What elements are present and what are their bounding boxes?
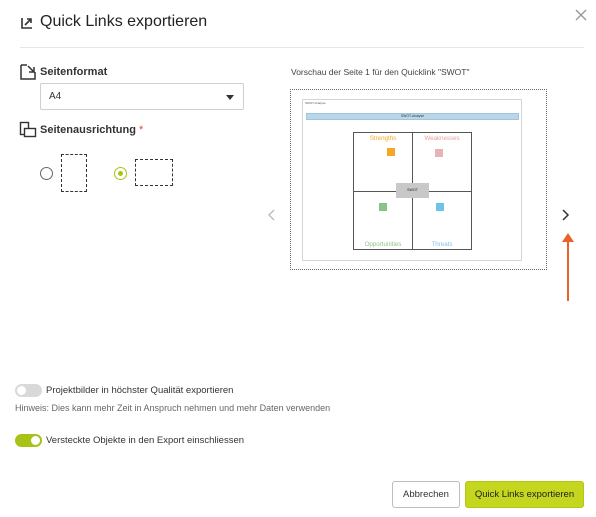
preview-bar-title: SWOT-Analyse (400, 114, 425, 118)
hidden-objects-toggle[interactable] (15, 434, 42, 447)
preview-title-bar: SWOT-Analyse (306, 113, 519, 120)
close-icon[interactable] (574, 8, 588, 22)
swot-weaknesses-label: Weaknesses (424, 135, 460, 142)
page-orientation-text: Seitenausrichtung (40, 124, 136, 136)
chevron-down-icon (226, 95, 234, 100)
dialog-title: Quick Links exportieren (40, 13, 208, 30)
page-format-select[interactable]: A4 (40, 83, 244, 110)
toggle-knob (31, 436, 40, 445)
swot-threats-marker (436, 203, 444, 211)
hidden-objects-label: Versteckte Objekte in den Export einschl… (46, 435, 245, 446)
preview-small-title: SWOT-Analyse (305, 101, 326, 105)
header-divider (20, 47, 584, 48)
swot-center-label: SWOT (407, 188, 418, 192)
toggle-knob (17, 386, 26, 395)
swot-strengths-marker (387, 148, 395, 156)
export-icon (21, 18, 32, 29)
page-format-icon (20, 64, 36, 80)
portrait-radio[interactable] (40, 167, 53, 180)
swot-opportunities-label: Opportunities (364, 241, 402, 248)
preview-label: Vorschau der Seite 1 für den Quicklink "… (291, 67, 470, 77)
export-dialog: Quick Links exportieren Seitenformat A4 … (0, 0, 596, 517)
annotation-arrow (562, 233, 574, 301)
required-marker: * (139, 124, 144, 136)
chevron-right-icon[interactable] (559, 208, 571, 222)
hq-images-label: Projektbilder in höchster Qualität expor… (46, 385, 234, 396)
page-orientation-icon (19, 121, 37, 138)
portrait-page-icon[interactable] (61, 154, 87, 192)
cancel-button[interactable]: Abbrechen (392, 481, 460, 508)
hq-images-hint: Hinweis: Dies kann mehr Zeit in Anspruch… (15, 403, 331, 413)
swot-weaknesses-marker (435, 149, 443, 157)
swot-grid: Strengths Weaknesses Opportunities Threa… (353, 132, 472, 250)
swot-strengths-label: Strengths (369, 135, 397, 142)
swot-opportunities-marker (379, 203, 387, 211)
preview-page: SWOT-Analyse SWOT-Analyse Strengths Weak… (302, 99, 522, 261)
swot-center-box: SWOT (396, 183, 429, 198)
swot-threats-label: Threats (431, 241, 453, 248)
chevron-left-icon[interactable] (266, 208, 278, 222)
export-button[interactable]: Quick Links exportieren (465, 481, 584, 508)
page-orientation-label: Seitenausrichtung * (40, 124, 143, 136)
landscape-radio[interactable] (114, 167, 127, 180)
page-format-value: A4 (49, 91, 62, 102)
hq-images-toggle[interactable] (15, 384, 42, 397)
page-format-label: Seitenformat (40, 66, 108, 78)
landscape-page-icon[interactable] (135, 159, 173, 186)
